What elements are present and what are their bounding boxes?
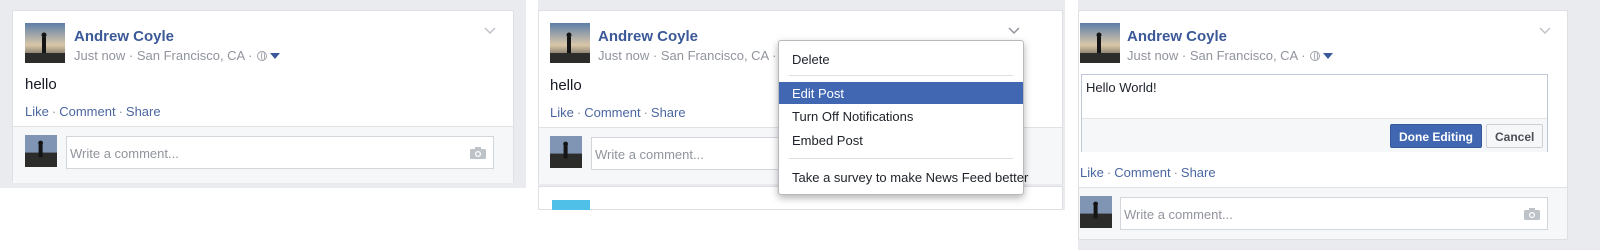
chevron-down-icon[interactable] [1539,27,1551,37]
menu-item-embed-post[interactable]: Embed Post [779,129,1023,151]
comment-placeholder: Write a comment... [1124,207,1233,222]
post-actions: Like · Comment · Share [25,104,161,119]
like-link[interactable]: Like [550,105,574,120]
camera-icon[interactable] [470,147,486,159]
author-name[interactable]: Andrew Coyle [74,28,174,45]
menu-separator [789,75,1013,76]
globe-icon [257,50,268,61]
author-avatar[interactable] [1080,23,1120,63]
comment-placeholder: Write a comment... [70,146,179,161]
menu-separator [789,158,1013,159]
caret-down-icon[interactable] [1323,52,1334,59]
post-text: hello [550,77,582,94]
caret-down-icon[interactable] [270,52,281,59]
post-meta: Just now · San Francisco, CA · [598,48,792,63]
chevron-down-icon[interactable] [484,27,496,37]
separator: · [1173,165,1178,180]
commenter-avatar [25,135,57,167]
post-card: Andrew Coyle Just now · San Francisco, C… [12,10,514,183]
author-avatar[interactable] [550,23,590,63]
separator: · [118,104,123,119]
share-link[interactable]: Share [651,105,686,120]
menu-item-delete[interactable]: Delete [779,48,1023,70]
next-post-avatar [552,200,590,210]
separator: · [1106,165,1112,180]
comment-input[interactable]: Write a comment... [66,136,494,169]
comment-placeholder: Write a comment... [595,147,704,162]
like-link[interactable]: Like [1080,165,1104,180]
share-link[interactable]: Share [126,104,161,119]
separator: · [643,105,648,120]
comment-link[interactable]: Comment [59,104,115,119]
post-meta-text: Just now · San Francisco, CA · [598,48,777,63]
post-meta-text: Just now · San Francisco, CA · [1127,48,1306,63]
edit-post-box: Hello World! Done Editing Cancel [1081,74,1548,152]
comment-row: Write a comment... [1079,187,1567,239]
cancel-button[interactable]: Cancel [1486,124,1543,148]
post-text: hello [25,76,57,93]
comment-input[interactable]: Write a comment... [1120,197,1548,230]
commenter-avatar [550,136,582,168]
menu-item-turn-off-notifications[interactable]: Turn Off Notifications [779,105,1023,127]
comment-link[interactable]: Comment [584,105,640,120]
done-editing-button[interactable]: Done Editing [1390,124,1482,148]
globe-icon [1310,50,1321,61]
post-options-menu: Delete Edit Post Turn Off Notifications … [778,40,1028,195]
chevron-down-icon[interactable] [1008,27,1020,37]
post-meta-text: Just now · San Francisco, CA · [74,48,253,63]
post-actions: Like · Comment · Share [550,105,686,120]
edit-post-textarea[interactable]: Hello World! [1086,80,1157,95]
post-meta: Just now · San Francisco, CA · [1127,48,1334,63]
author-name[interactable]: Andrew Coyle [598,28,698,45]
separator: · [576,105,582,120]
camera-icon[interactable] [1524,208,1540,220]
menu-item-survey[interactable]: Take a survey to make News Feed better [779,166,1028,188]
comment-row: Write a comment... [13,126,513,183]
edit-footer: Done Editing Cancel [1082,118,1547,152]
comment-link[interactable]: Comment [1114,165,1170,180]
menu-item-edit-post[interactable]: Edit Post [779,82,1023,104]
separator: · [51,104,57,119]
commenter-avatar [1080,196,1112,228]
post-meta: Just now · San Francisco, CA · [74,48,281,63]
share-link[interactable]: Share [1181,165,1216,180]
author-name[interactable]: Andrew Coyle [1127,28,1227,45]
like-link[interactable]: Like [25,104,49,119]
post-actions: Like · Comment · Share [1080,165,1216,180]
feed-panel-1: Andrew Coyle Just now · San Francisco, C… [0,0,526,188]
author-avatar[interactable] [25,23,65,63]
